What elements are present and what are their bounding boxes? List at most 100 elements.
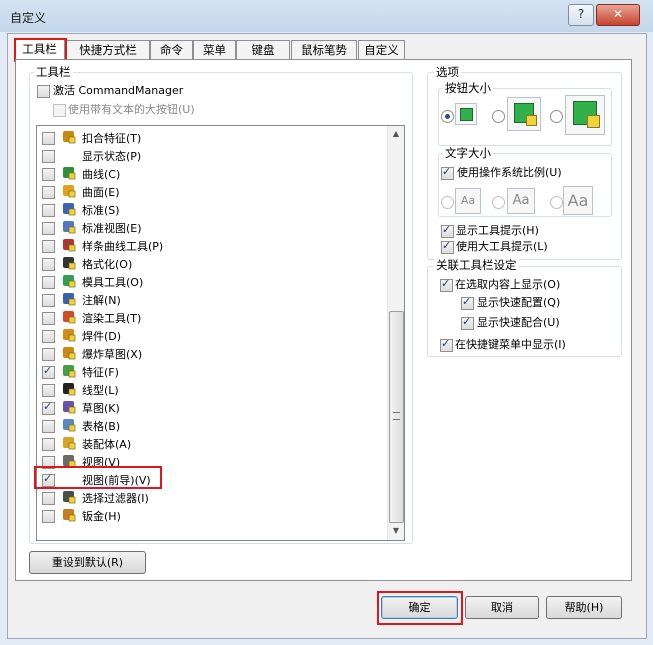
toolbar-item-checkbox[interactable] bbox=[42, 492, 55, 505]
toolbar-item-checkbox[interactable] bbox=[42, 186, 55, 199]
large-tooltips-checkbox[interactable] bbox=[441, 239, 454, 254]
scroll-down-icon[interactable]: ▼ bbox=[388, 523, 404, 539]
sheet-metal-icon bbox=[61, 507, 77, 523]
list-item[interactable]: 模具工具(O) bbox=[37, 272, 387, 290]
list-item[interactable]: 特征(F) bbox=[37, 362, 387, 380]
large-button-preview bbox=[565, 95, 605, 135]
list-item[interactable]: 扣合特征(T) bbox=[37, 128, 387, 146]
help-button[interactable]: ? bbox=[568, 4, 594, 26]
list-item[interactable]: 曲线(C) bbox=[37, 164, 387, 182]
list-item[interactable]: 焊件(D) bbox=[37, 326, 387, 344]
tab-customization[interactable]: 自定义 bbox=[358, 40, 405, 59]
list-item[interactable]: 标准(S) bbox=[37, 200, 387, 218]
toolbar-item-checkbox[interactable] bbox=[42, 222, 55, 235]
tab-shortcut-bars[interactable]: 快捷方式栏 bbox=[66, 40, 150, 59]
list-item[interactable]: 曲面(E) bbox=[37, 182, 387, 200]
surface-icon bbox=[61, 183, 77, 199]
toolbar-item-checkbox[interactable] bbox=[42, 204, 55, 217]
toolbar-item-checkbox[interactable] bbox=[42, 348, 55, 361]
reset-to-default-button[interactable]: 重设到默认(R) bbox=[29, 551, 146, 574]
toolbar-item-checkbox[interactable] bbox=[42, 312, 55, 325]
toolbar-item-label: 格式化(O) bbox=[82, 258, 133, 271]
toolbar-item-label: 爆炸草图(X) bbox=[82, 348, 143, 361]
cancel-button[interactable]: 取消 bbox=[465, 596, 539, 619]
toolbar-item-checkbox[interactable] bbox=[42, 258, 55, 271]
show-on-selection-checkbox[interactable] bbox=[440, 277, 453, 292]
scroll-thumb[interactable] bbox=[389, 311, 404, 523]
close-button[interactable]: ✕ bbox=[596, 4, 640, 26]
toolbar-item-checkbox[interactable] bbox=[42, 276, 55, 289]
list-item[interactable]: 选择过滤器(I) bbox=[37, 488, 387, 506]
toolbar-item-label: 钣金(H) bbox=[82, 510, 121, 523]
text-size-small-radio[interactable] bbox=[441, 196, 454, 209]
tab-keyboard[interactable]: 键盘 bbox=[236, 40, 290, 59]
text-size-medium-radio[interactable] bbox=[492, 196, 505, 209]
scroll-up-icon[interactable]: ▲ bbox=[388, 126, 404, 142]
text-size-large-radio[interactable] bbox=[550, 196, 563, 209]
small-button-preview bbox=[455, 103, 477, 125]
toolbar-item-checkbox[interactable] bbox=[42, 438, 55, 451]
list-item[interactable]: 渲染工具(T) bbox=[37, 308, 387, 326]
show-quick-config-label: 显示快速配置(Q) bbox=[477, 296, 561, 309]
dialog-title: 自定义 bbox=[10, 11, 47, 25]
list-item[interactable]: 爆炸草图(X) bbox=[37, 344, 387, 362]
list-item[interactable]: 表格(B) bbox=[37, 416, 387, 434]
list-scrollbar[interactable]: ▲ ▼ bbox=[387, 126, 404, 540]
show-tooltips-checkbox[interactable] bbox=[441, 223, 454, 238]
show-quick-config-checkbox[interactable] bbox=[461, 295, 474, 310]
toolbar-item-label: 标准(S) bbox=[82, 204, 120, 217]
toolbar-item-label: 显示状态(P) bbox=[82, 150, 142, 163]
button-size-medium-radio[interactable] bbox=[492, 110, 505, 123]
toolbar-item-checkbox[interactable] bbox=[42, 420, 55, 433]
list-item[interactable]: 样条曲线工具(P) bbox=[37, 236, 387, 254]
help-dialog-button[interactable]: 帮助(H) bbox=[546, 596, 622, 619]
list-item[interactable]: 装配体(A) bbox=[37, 434, 387, 452]
toolbar-item-checkbox[interactable] bbox=[42, 132, 55, 145]
list-item[interactable]: 显示状态(P) bbox=[37, 146, 387, 164]
tab-mouse-gestures[interactable]: 鼠标笔势 bbox=[291, 40, 357, 59]
list-item[interactable]: 注解(N) bbox=[37, 290, 387, 308]
list-item[interactable]: 线型(L) bbox=[37, 380, 387, 398]
toolbar-item-checkbox[interactable] bbox=[42, 400, 55, 415]
large-buttons-checkbox[interactable] bbox=[53, 104, 66, 117]
toolbar-item-checkbox[interactable] bbox=[42, 510, 55, 523]
list-item[interactable]: 格式化(O) bbox=[37, 254, 387, 272]
thumb-grip-icon bbox=[393, 412, 400, 420]
toolbar-item-label: 渲染工具(T) bbox=[82, 312, 142, 325]
annotation-icon bbox=[61, 291, 77, 307]
use-system-scale-label: 使用操作系统比例(U) bbox=[457, 166, 562, 179]
toolbar-item-checkbox[interactable] bbox=[42, 240, 55, 253]
title-bar[interactable] bbox=[0, 0, 653, 32]
show-quick-mate-checkbox[interactable] bbox=[461, 315, 474, 330]
toolbar-item-label: 焊件(D) bbox=[82, 330, 122, 343]
medium-cube-face-icon bbox=[526, 115, 537, 126]
toolbar-item-checkbox[interactable] bbox=[42, 330, 55, 343]
render-tools-icon bbox=[61, 309, 77, 325]
list-item[interactable]: 钣金(H) bbox=[37, 506, 387, 524]
toolbars-group-title: 工具栏 bbox=[34, 65, 73, 79]
features-icon bbox=[61, 363, 77, 379]
toolbar-item-checkbox[interactable] bbox=[42, 384, 55, 397]
standard-views-icon bbox=[61, 219, 77, 235]
toolbar-item-checkbox[interactable] bbox=[42, 150, 55, 163]
button-size-small-radio[interactable] bbox=[441, 110, 454, 123]
list-item[interactable]: 草图(K) bbox=[37, 398, 387, 416]
toolbar-item-checkbox[interactable] bbox=[42, 168, 55, 181]
show-quick-mate-label: 显示快速配合(U) bbox=[477, 316, 560, 329]
use-system-scale-checkbox[interactable] bbox=[441, 165, 454, 180]
ok-highlight-box bbox=[377, 591, 463, 625]
button-size-large-radio[interactable] bbox=[550, 110, 563, 123]
activate-commandmanager-checkbox[interactable] bbox=[37, 85, 50, 98]
toolbar-item-checkbox[interactable] bbox=[42, 294, 55, 307]
toolbar-item-checkbox[interactable] bbox=[42, 364, 55, 379]
text-size-large-preview: Aa bbox=[563, 186, 593, 215]
show-in-shortcut-menu-checkbox[interactable] bbox=[440, 337, 453, 352]
curve-icon bbox=[61, 165, 77, 181]
button-size-title: 按钮大小 bbox=[443, 81, 493, 95]
toolbar-item-label: 草图(K) bbox=[82, 402, 120, 415]
spline-tools-icon bbox=[61, 237, 77, 253]
tab-commands[interactable]: 命令 bbox=[150, 40, 193, 59]
list-item[interactable]: 标准视图(E) bbox=[37, 218, 387, 236]
text-size-small-preview: Aa bbox=[455, 188, 481, 214]
tab-menus[interactable]: 菜单 bbox=[193, 40, 236, 59]
